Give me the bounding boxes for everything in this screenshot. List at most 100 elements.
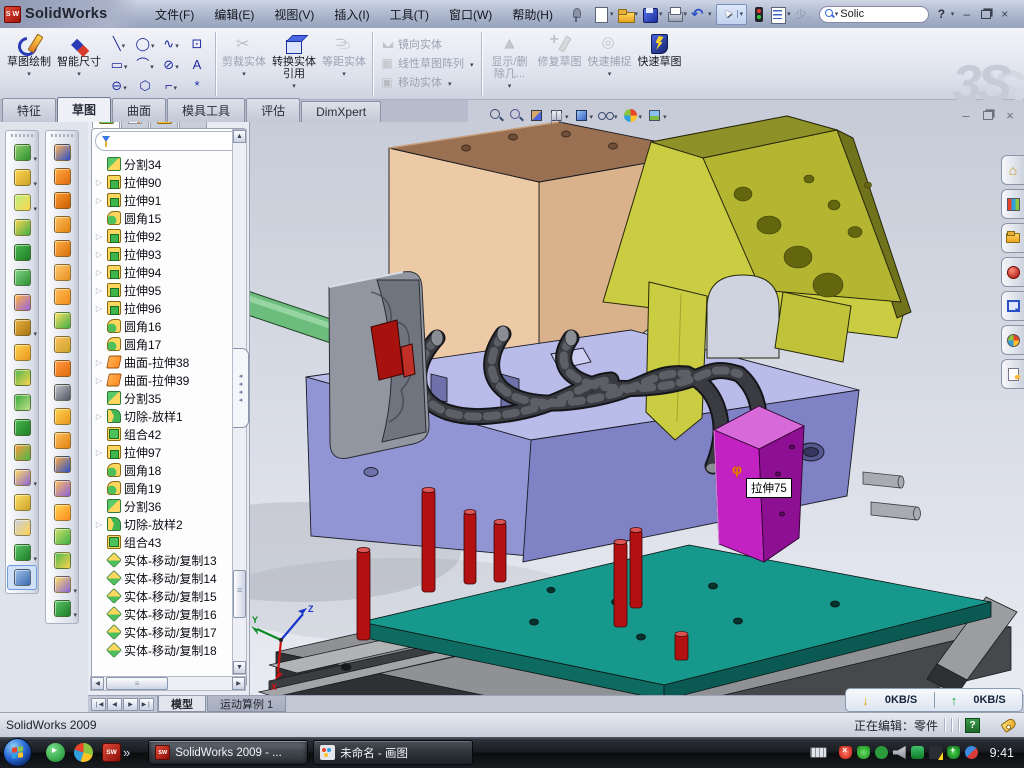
left-toolbar-a-item-7[interactable] — [7, 290, 37, 315]
dropdown-arrow-icon[interactable] — [151, 35, 155, 53]
section-view-icon[interactable] — [528, 107, 545, 124]
rectangle-icon[interactable]: ▭ — [106, 54, 132, 75]
solidworks-resources-tab[interactable]: ⌂ — [1001, 155, 1024, 185]
doc-close-button[interactable]: × — [1002, 108, 1018, 122]
menu-item-1[interactable]: 文件(F) — [146, 2, 203, 27]
rebuild-light-icon[interactable] — [749, 5, 768, 24]
left-toolbar-b-item-17[interactable] — [47, 524, 77, 548]
left-toolbar-a-item-9[interactable] — [7, 340, 37, 365]
save-button[interactable] — [640, 5, 659, 24]
dropdown-arrow-icon[interactable] — [33, 148, 37, 166]
hide-show-items-icon[interactable] — [597, 105, 619, 125]
display-style-icon[interactable] — [573, 105, 595, 125]
taskbar-clock[interactable]: 9:41 — [990, 746, 1014, 760]
left-toolbar-a-item-13[interactable] — [7, 440, 37, 465]
view-palette-tab[interactable] — [1001, 291, 1024, 321]
zoom-fit-icon[interactable] — [488, 107, 505, 124]
tree-item-4[interactable]: 圆角15 — [94, 209, 246, 227]
left-toolbar-a-item-16[interactable] — [7, 515, 37, 540]
tree-item-27[interactable]: 实体-移动/复制17 — [94, 623, 246, 641]
tree-item-20[interactable]: 分割36 — [94, 497, 246, 515]
left-toolbar-b-item-4[interactable] — [47, 212, 77, 236]
search-input[interactable] — [840, 8, 898, 20]
prev-tab-button[interactable] — [107, 698, 122, 711]
dropdown-arrow-icon[interactable] — [33, 198, 37, 216]
left-toolbar-b-item-20[interactable] — [47, 596, 77, 620]
dropdown-arrow-icon[interactable] — [123, 77, 127, 95]
arc-icon[interactable]: ⌒ — [132, 54, 158, 75]
quick-launch-1[interactable] — [46, 743, 65, 762]
left-toolbar-a-item-14[interactable] — [7, 465, 37, 490]
left-toolbar-a-item-5[interactable] — [7, 240, 37, 265]
tree-item-3[interactable]: 拉伸91 — [94, 191, 246, 209]
tree-item-15[interactable]: 切除-放样1 — [94, 407, 246, 425]
dropdown-arrow-icon[interactable] — [27, 68, 31, 76]
short-pin[interactable] — [675, 631, 688, 660]
guide-pins-gray[interactable] — [863, 472, 921, 520]
text-icon[interactable]: A — [184, 54, 210, 75]
defender-shield-icon[interactable] — [947, 746, 960, 759]
next-tab-button[interactable] — [123, 698, 138, 711]
slot-icon[interactable]: ⊖ — [106, 75, 132, 96]
dropdown-arrow-icon[interactable] — [150, 56, 154, 74]
quick-launch-2[interactable] — [74, 743, 93, 762]
dropdown-arrow-icon[interactable] — [175, 35, 179, 53]
solidworks-quick-launch[interactable] — [102, 743, 121, 762]
left-toolbar-a-item-6[interactable] — [7, 265, 37, 290]
file-explorer-tab[interactable] — [1001, 223, 1024, 253]
tree-item-2[interactable]: 拉伸90 — [94, 173, 246, 191]
custom-properties-tab[interactable] — [1001, 359, 1024, 389]
scroll-up-icon[interactable]: ▲ — [233, 130, 246, 143]
antivirus-shield-icon[interactable] — [839, 746, 852, 759]
horizontal-scroll-thumb[interactable]: ≡ — [106, 677, 168, 690]
protection-shield-icon[interactable] — [857, 746, 870, 759]
left-toolbar-a-item-4[interactable] — [7, 215, 37, 240]
left-toolbar-a-item-10[interactable] — [7, 365, 37, 390]
toolbar-button-snap[interactable]: 快速捕捉 — [585, 30, 635, 98]
tree-item-28[interactable]: 实体-移动/复制18 — [94, 641, 246, 659]
menu-item-4[interactable]: 插入(I) — [325, 2, 378, 27]
tree-item-16[interactable]: 组合42 — [94, 425, 246, 443]
dropdown-arrow-icon[interactable] — [77, 68, 81, 76]
toolbar-button-convert[interactable]: 转换实体引用 — [269, 30, 319, 98]
left-toolbar-b-item-10[interactable] — [47, 356, 77, 380]
tree-item-17[interactable]: 拉伸97 — [94, 443, 246, 461]
dropdown-arrow-icon[interactable] — [124, 56, 128, 74]
left-toolbar-b-item-9[interactable] — [47, 332, 77, 356]
expand-arrow-icon[interactable] — [94, 304, 104, 313]
left-toolbar-b-item-14[interactable] — [47, 452, 77, 476]
tree-item-26[interactable]: 实体-移动/复制16 — [94, 605, 246, 623]
apply-scene-icon[interactable] — [646, 105, 668, 125]
tree-item-12[interactable]: 曲面-拉伸38 — [94, 353, 246, 371]
language-keyboard-icon[interactable] — [810, 747, 827, 758]
options-button[interactable] — [768, 5, 787, 24]
help-button[interactable] — [932, 5, 951, 24]
doc-minimize-button[interactable]: – — [958, 108, 974, 122]
tree-item-23[interactable]: 实体-移动/复制13 — [94, 551, 246, 569]
gray-sectioned-part[interactable] — [329, 272, 429, 459]
toolbar-button-repair[interactable]: 修复草图 — [535, 30, 585, 98]
zoom-area-icon[interactable] — [508, 107, 525, 124]
tree-item-5[interactable]: 拉伸92 — [94, 227, 246, 245]
toolbar-button-relations[interactable]: 显示/删除几... — [485, 30, 535, 98]
expand-arrow-icon[interactable] — [94, 448, 104, 457]
dropdown-arrow-icon[interactable] — [470, 54, 474, 72]
tree-item-9[interactable]: 拉伸96 — [94, 299, 246, 317]
close-button[interactable]: × — [996, 7, 1013, 22]
edit-appearance-icon[interactable] — [622, 105, 644, 125]
menu-item-3[interactable]: 视图(V) — [265, 2, 323, 27]
tag-icon[interactable] — [1000, 717, 1017, 733]
point-icon[interactable]: * — [184, 75, 210, 96]
first-tab-button[interactable] — [91, 698, 106, 711]
toolbar-button-rapid[interactable]: 快速草图 — [635, 30, 685, 98]
expand-arrow-icon[interactable] — [94, 178, 104, 187]
undo-button[interactable] — [689, 5, 708, 24]
tree-item-25[interactable]: 实体-移动/复制15 — [94, 587, 246, 605]
dropdown-arrow-icon[interactable] — [33, 323, 37, 341]
dropdown-arrow-icon[interactable] — [342, 68, 346, 76]
left-toolbar-a-item-12[interactable] — [7, 415, 37, 440]
open-file-button[interactable] — [616, 5, 635, 24]
left-toolbar-b-item-13[interactable] — [47, 428, 77, 452]
last-tab-button[interactable] — [139, 698, 154, 711]
model-tab-1[interactable]: 模型 — [158, 696, 206, 712]
